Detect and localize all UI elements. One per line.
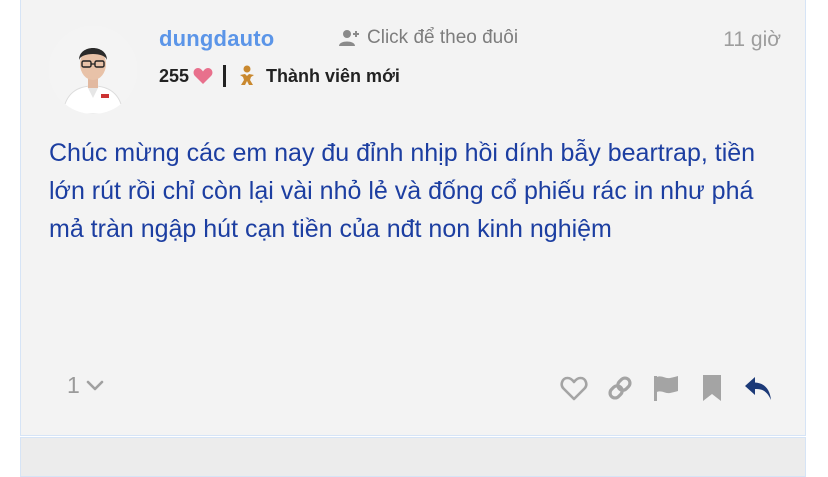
post-actions	[559, 373, 773, 403]
post-content: Chúc mừng các em nay đu đỉnh nhịp hồi dí…	[49, 139, 756, 243]
post-card: dungdauto Click để theo đuôi 11 giờ 255 …	[20, 0, 806, 436]
avatar-photo	[49, 26, 137, 114]
member-rank: Thành viên mới	[266, 65, 400, 86]
avatar[interactable]	[49, 26, 137, 114]
flag-icon	[654, 376, 678, 401]
next-post-card	[20, 437, 806, 477]
heart-icon	[193, 68, 213, 84]
link-icon	[608, 376, 632, 400]
bookmark-button[interactable]	[697, 373, 727, 403]
copy-link-button[interactable]	[605, 373, 635, 403]
separator	[223, 65, 227, 87]
follow-label: Click để theo đuôi	[367, 27, 519, 48]
bookmark-icon	[703, 375, 721, 401]
reply-count: 1	[67, 372, 80, 398]
post-time[interactable]: 11 giờ	[723, 28, 781, 52]
flag-button[interactable]	[651, 373, 681, 403]
baby-icon	[240, 65, 255, 85]
heart-icon	[560, 376, 588, 401]
add-user-icon	[339, 30, 359, 46]
like-button[interactable]	[559, 373, 589, 403]
reply-button[interactable]	[743, 373, 773, 403]
chevron-down-icon	[86, 380, 104, 390]
follow-button[interactable]: Click để theo đuôi	[339, 27, 518, 49]
replies-toggle[interactable]: 1	[67, 372, 104, 399]
reply-icon	[745, 377, 771, 400]
likes-count: 255	[159, 65, 190, 86]
author-meta: 255 Thành viên mới	[159, 64, 400, 88]
username[interactable]: dungdauto	[159, 26, 274, 52]
